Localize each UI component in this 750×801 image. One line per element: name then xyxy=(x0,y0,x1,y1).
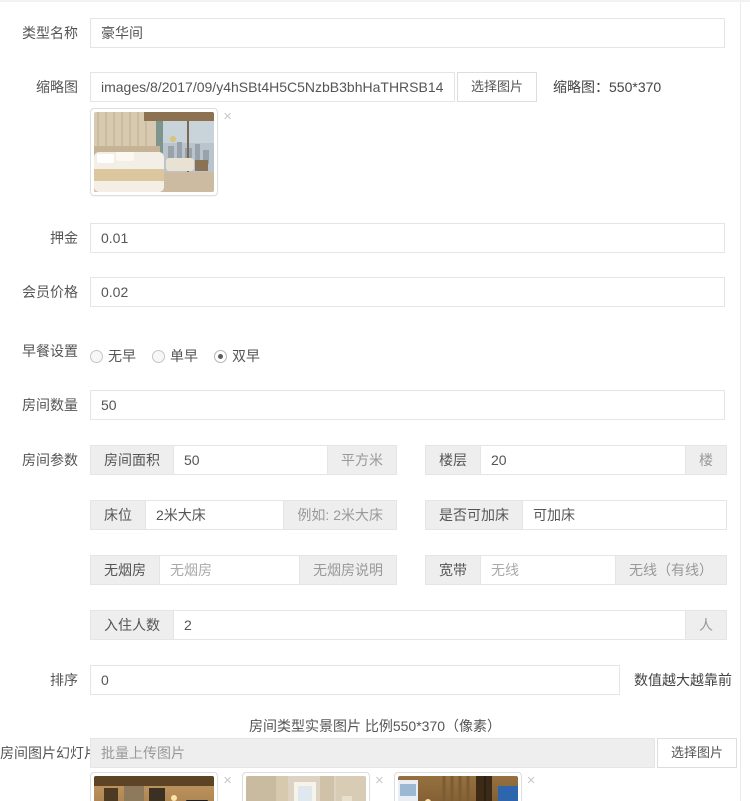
param-occupancy-suffix: 人 xyxy=(685,611,726,639)
room-count-label: 房间数量 xyxy=(0,390,78,420)
gallery-room-photo-3 xyxy=(398,776,518,801)
param-extra-bed-input[interactable] xyxy=(523,501,726,529)
row-sort: 排序 数值越大越靠前 xyxy=(0,665,750,695)
room-params-label: 房间参数 xyxy=(0,445,78,475)
param-floor-group: 楼层 楼 xyxy=(425,445,727,475)
param-no-smoking-suffix: 无烟房说明 xyxy=(299,556,396,584)
param-occupancy-label: 入住人数 xyxy=(91,611,174,639)
thumbnail-label: 缩略图 xyxy=(0,72,78,102)
row-room-params: 房间参数 房间面积 平方米 楼层 楼 床位 例如: 2米大床 是否可加床 xyxy=(0,445,750,640)
radio-double-breakfast[interactable]: 双早 xyxy=(214,346,260,366)
param-broadband-label: 宽带 xyxy=(426,556,481,584)
row-deposit: 押金 xyxy=(0,223,750,253)
param-floor-suffix: 楼 xyxy=(685,446,726,474)
row-type-name: 类型名称 xyxy=(0,18,750,48)
gallery-thumb-card-3 xyxy=(394,772,522,801)
thumbnail-room-photo xyxy=(94,112,214,192)
deposit-label: 押金 xyxy=(0,223,78,253)
gallery-label: 房间图片幻灯片 xyxy=(0,738,78,768)
thumbnail-choose-image-button[interactable]: 选择图片 xyxy=(457,72,537,102)
room-type-edit-form: 类型名称 缩略图 选择图片 缩略图：550*370 xyxy=(0,0,750,801)
member-price-label: 会员价格 xyxy=(0,277,78,307)
gallery-choose-image-button[interactable]: 选择图片 xyxy=(657,738,737,768)
breakfast-label: 早餐设置 xyxy=(0,341,78,361)
param-no-smoking-input[interactable] xyxy=(160,556,299,584)
radio-no-breakfast[interactable]: 无早 xyxy=(90,346,136,366)
room-count-input[interactable] xyxy=(90,390,725,420)
gallery-room-photo-1 xyxy=(94,776,214,801)
gallery-thumb-card-1 xyxy=(90,772,218,801)
param-area-suffix: 平方米 xyxy=(327,446,396,474)
radio-single-breakfast[interactable]: 单早 xyxy=(152,346,198,366)
gallery-thumb-2-remove-icon[interactable]: × xyxy=(375,774,384,788)
sort-hint: 数值越大越靠前 xyxy=(634,665,732,695)
type-name-input[interactable] xyxy=(90,18,725,48)
member-price-input[interactable] xyxy=(90,277,725,307)
row-member-price: 会员价格 xyxy=(0,277,750,307)
param-bed-group: 床位 例如: 2米大床 xyxy=(90,500,397,530)
param-broadband-suffix: 无线（有线） xyxy=(615,556,726,584)
gallery-section-title: 房间类型实景图片 比例550*370（像素） xyxy=(0,716,750,736)
gallery-thumb-1-remove-icon[interactable]: × xyxy=(223,774,232,788)
param-no-smoking-label: 无烟房 xyxy=(91,556,160,584)
thumbnail-remove-icon[interactable]: × xyxy=(223,110,232,196)
sort-label: 排序 xyxy=(0,665,78,695)
gallery-room-photo-2 xyxy=(246,776,366,801)
row-room-count: 房间数量 xyxy=(0,390,750,420)
row-thumbnail: 缩略图 选择图片 缩略图：550*370 xyxy=(0,72,750,196)
type-name-label: 类型名称 xyxy=(0,18,78,48)
param-broadband-input[interactable] xyxy=(481,556,615,584)
param-area-group: 房间面积 平方米 xyxy=(90,445,397,475)
param-bed-suffix: 例如: 2米大床 xyxy=(283,501,396,529)
sort-input[interactable] xyxy=(90,665,620,695)
param-floor-label: 楼层 xyxy=(426,446,481,474)
radio-dot-icon xyxy=(214,350,227,363)
param-extra-bed-label: 是否可加床 xyxy=(426,501,523,529)
param-bed-input[interactable] xyxy=(146,501,283,529)
param-floor-input[interactable] xyxy=(481,446,685,474)
param-occupancy-input[interactable] xyxy=(174,611,685,639)
param-occupancy-group: 入住人数 人 xyxy=(90,610,727,640)
param-extra-bed-group: 是否可加床 xyxy=(425,500,727,530)
param-bed-label: 床位 xyxy=(91,501,146,529)
thumbnail-size-hint: 缩略图：550*370 xyxy=(553,72,661,102)
param-area-input[interactable] xyxy=(174,446,327,474)
panel-right-border xyxy=(740,2,741,801)
row-breakfast: 早餐设置 无早 单早 双早 xyxy=(0,341,750,366)
gallery-thumb-3-remove-icon[interactable]: × xyxy=(527,774,536,788)
deposit-input[interactable] xyxy=(90,223,725,253)
param-broadband-group: 宽带 无线（有线） xyxy=(425,555,727,585)
row-gallery-upload: 房间图片幻灯片 选择图片 xyxy=(0,738,750,801)
param-no-smoking-group: 无烟房 无烟房说明 xyxy=(90,555,397,585)
thumbnail-preview-card xyxy=(90,108,218,196)
gallery-batch-upload-input[interactable] xyxy=(90,738,655,768)
gallery-thumb-card-2 xyxy=(242,772,370,801)
radio-circle-icon xyxy=(90,350,103,363)
thumbnail-path-input[interactable] xyxy=(90,72,455,102)
radio-circle-icon xyxy=(152,350,165,363)
param-area-label: 房间面积 xyxy=(91,446,174,474)
